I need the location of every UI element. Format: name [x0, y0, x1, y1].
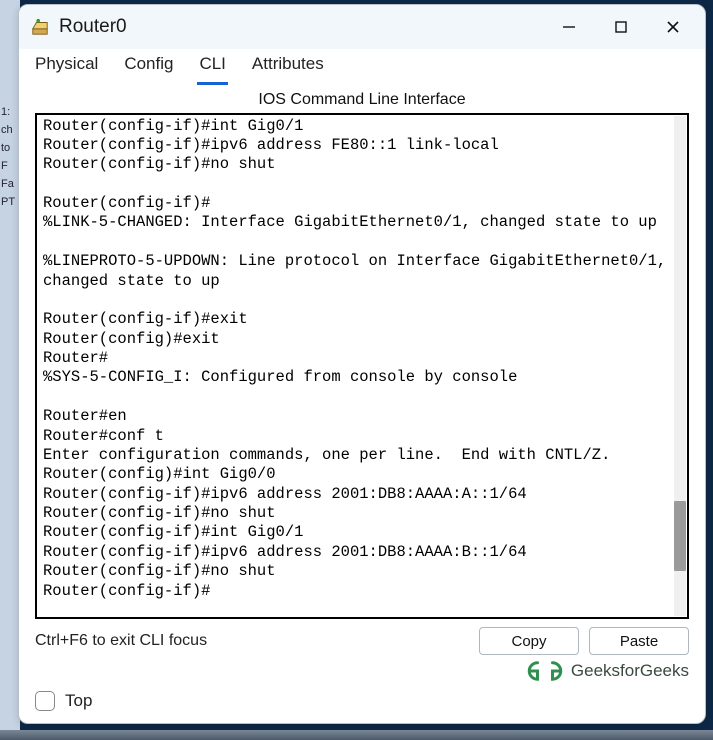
app-icon	[31, 18, 49, 36]
window-title: Router0	[59, 16, 543, 38]
tab-bar: Physical Config CLI Attributes	[19, 49, 705, 85]
tab-physical[interactable]: Physical	[33, 48, 100, 85]
brand-logo: GeeksforGeeks	[527, 659, 689, 683]
geeksforgeeks-icon	[527, 659, 563, 683]
terminal-container: Router(config-if)#int Gig0/1 Router(conf…	[35, 113, 689, 619]
cli-terminal[interactable]: Router(config-if)#int Gig0/1 Router(conf…	[37, 115, 687, 617]
tab-cli[interactable]: CLI	[197, 48, 227, 85]
maximize-button[interactable]	[595, 7, 647, 47]
brand-row: GeeksforGeeks	[19, 655, 705, 683]
copy-button[interactable]: Copy	[479, 627, 579, 655]
titlebar: Router0	[19, 5, 705, 49]
tab-config[interactable]: Config	[122, 48, 175, 85]
top-checkbox[interactable]	[35, 691, 55, 711]
scrollbar-thumb[interactable]	[674, 501, 686, 571]
background-bottom-bar	[0, 730, 713, 740]
brand-text: GeeksforGeeks	[571, 661, 689, 681]
window-footer: Top	[19, 683, 705, 723]
scrollbar-track[interactable]	[674, 116, 686, 616]
cli-hint: Ctrl+F6 to exit CLI focus	[35, 632, 469, 650]
tab-attributes[interactable]: Attributes	[250, 48, 326, 85]
terminal-footer-row: Ctrl+F6 to exit CLI focus Copy Paste	[19, 619, 705, 655]
paste-button[interactable]: Paste	[589, 627, 689, 655]
close-button[interactable]	[647, 7, 699, 47]
panel-subtitle: IOS Command Line Interface	[19, 85, 705, 113]
top-checkbox-label: Top	[65, 691, 92, 711]
router-window: Router0 Physical Config CLI Attributes I…	[18, 4, 706, 724]
background-left-strip: 1:chtoFFaPT	[0, 0, 20, 740]
minimize-button[interactable]	[543, 7, 595, 47]
